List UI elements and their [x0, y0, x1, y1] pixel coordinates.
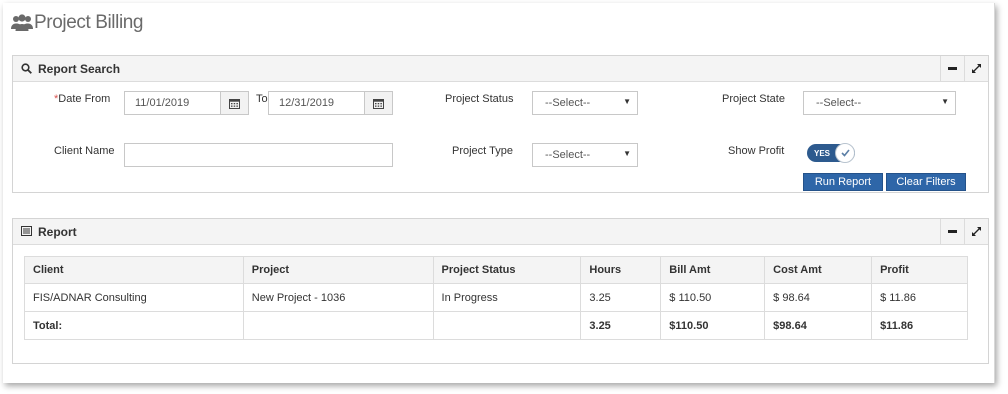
total-profit: $11.86: [871, 311, 968, 340]
report-table: Client Project Project Status Hours Bill…: [24, 256, 968, 340]
report-search-header: Report Search: [13, 56, 988, 82]
column-header-project[interactable]: Project: [242, 256, 434, 284]
date-from-input[interactable]: 11/01/2019: [124, 91, 221, 115]
collapse-button[interactable]: [940, 56, 964, 81]
cell-project-status: In Progress: [432, 283, 582, 312]
project-type-select[interactable]: --Select-- ▼: [532, 143, 638, 167]
cell-client: FIS/ADNAR Consulting: [24, 283, 244, 312]
clear-filters-button[interactable]: Clear Filters: [886, 173, 966, 191]
minus-icon: [947, 66, 957, 70]
project-status-select[interactable]: --Select-- ▼: [532, 91, 638, 115]
column-header-hours[interactable]: Hours: [580, 256, 662, 284]
report-header: Report: [13, 219, 988, 245]
table-header-row: Client Project Project Status Hours Bill…: [24, 256, 968, 284]
chevron-down-icon: ▼: [941, 97, 949, 106]
search-icon: [21, 63, 32, 74]
calendar-icon: [229, 98, 240, 109]
total-project: [242, 311, 434, 340]
page-title-text: Project Billing: [34, 12, 144, 33]
column-header-client[interactable]: Client: [24, 256, 244, 284]
report-search-title: Report Search: [38, 61, 121, 76]
list-icon: [21, 226, 32, 237]
expand-icon: [972, 227, 981, 236]
calendar-icon: [373, 98, 384, 109]
project-status-label: Project Status: [445, 93, 514, 105]
total-cost-amt: $98.64: [764, 311, 873, 340]
toggle-knob: [835, 143, 855, 163]
report-search-panel: Report Search *Date From 11/01/2019 To 1…: [12, 55, 989, 193]
project-state-label: Project State: [722, 93, 785, 105]
chevron-down-icon: ▼: [623, 149, 631, 158]
chevron-down-icon: ▼: [623, 97, 631, 106]
check-icon: [840, 149, 850, 157]
date-to-label: To: [256, 93, 268, 105]
total-bill-amt: $110.50: [660, 311, 766, 340]
total-label: Total:: [24, 311, 244, 340]
cell-profit: $ 11.86: [871, 283, 968, 312]
show-profit-label: Show Profit: [728, 145, 785, 157]
expand-button[interactable]: [964, 219, 988, 244]
column-header-profit[interactable]: Profit: [871, 256, 968, 284]
expand-icon: [972, 64, 981, 73]
column-header-bill-amt[interactable]: Bill Amt: [660, 256, 766, 284]
date-to-calendar-button[interactable]: [365, 91, 393, 115]
cell-project: New Project - 1036: [242, 283, 434, 312]
users-icon: [11, 14, 33, 31]
column-header-project-status[interactable]: Project Status: [432, 256, 582, 284]
report-panel: Report Client Project Project Status Hou…: [12, 218, 989, 364]
minus-icon: [947, 229, 957, 233]
table-total-row: Total: 3.25 $110.50 $98.64 $11.86: [24, 311, 968, 340]
table-row[interactable]: FIS/ADNAR Consulting New Project - 1036 …: [24, 283, 968, 312]
column-header-cost-amt[interactable]: Cost Amt: [764, 256, 873, 284]
collapse-button[interactable]: [940, 219, 964, 244]
page-title: Project Billing: [11, 12, 144, 34]
total-hours: 3.25: [580, 311, 662, 340]
project-type-label: Project Type: [452, 145, 513, 157]
cell-cost-amt: $ 98.64: [764, 283, 873, 312]
date-from-calendar-button[interactable]: [221, 91, 249, 115]
report-title: Report: [38, 224, 77, 239]
client-name-input[interactable]: [124, 143, 393, 167]
date-from-label: *Date From: [54, 93, 111, 105]
client-name-label: Client Name: [54, 145, 115, 157]
page-card: Project Billing Report Search *Date From: [3, 3, 995, 383]
project-state-select[interactable]: --Select-- ▼: [803, 91, 956, 115]
expand-button[interactable]: [964, 56, 988, 81]
show-profit-toggle[interactable]: YES: [807, 143, 855, 163]
date-to-input[interactable]: 12/31/2019: [268, 91, 365, 115]
cell-hours: 3.25: [580, 283, 662, 312]
toggle-label: YES: [814, 148, 831, 158]
cell-bill-amt: $ 110.50: [660, 283, 766, 312]
run-report-button[interactable]: Run Report: [803, 173, 883, 191]
total-project-status: [432, 311, 582, 340]
